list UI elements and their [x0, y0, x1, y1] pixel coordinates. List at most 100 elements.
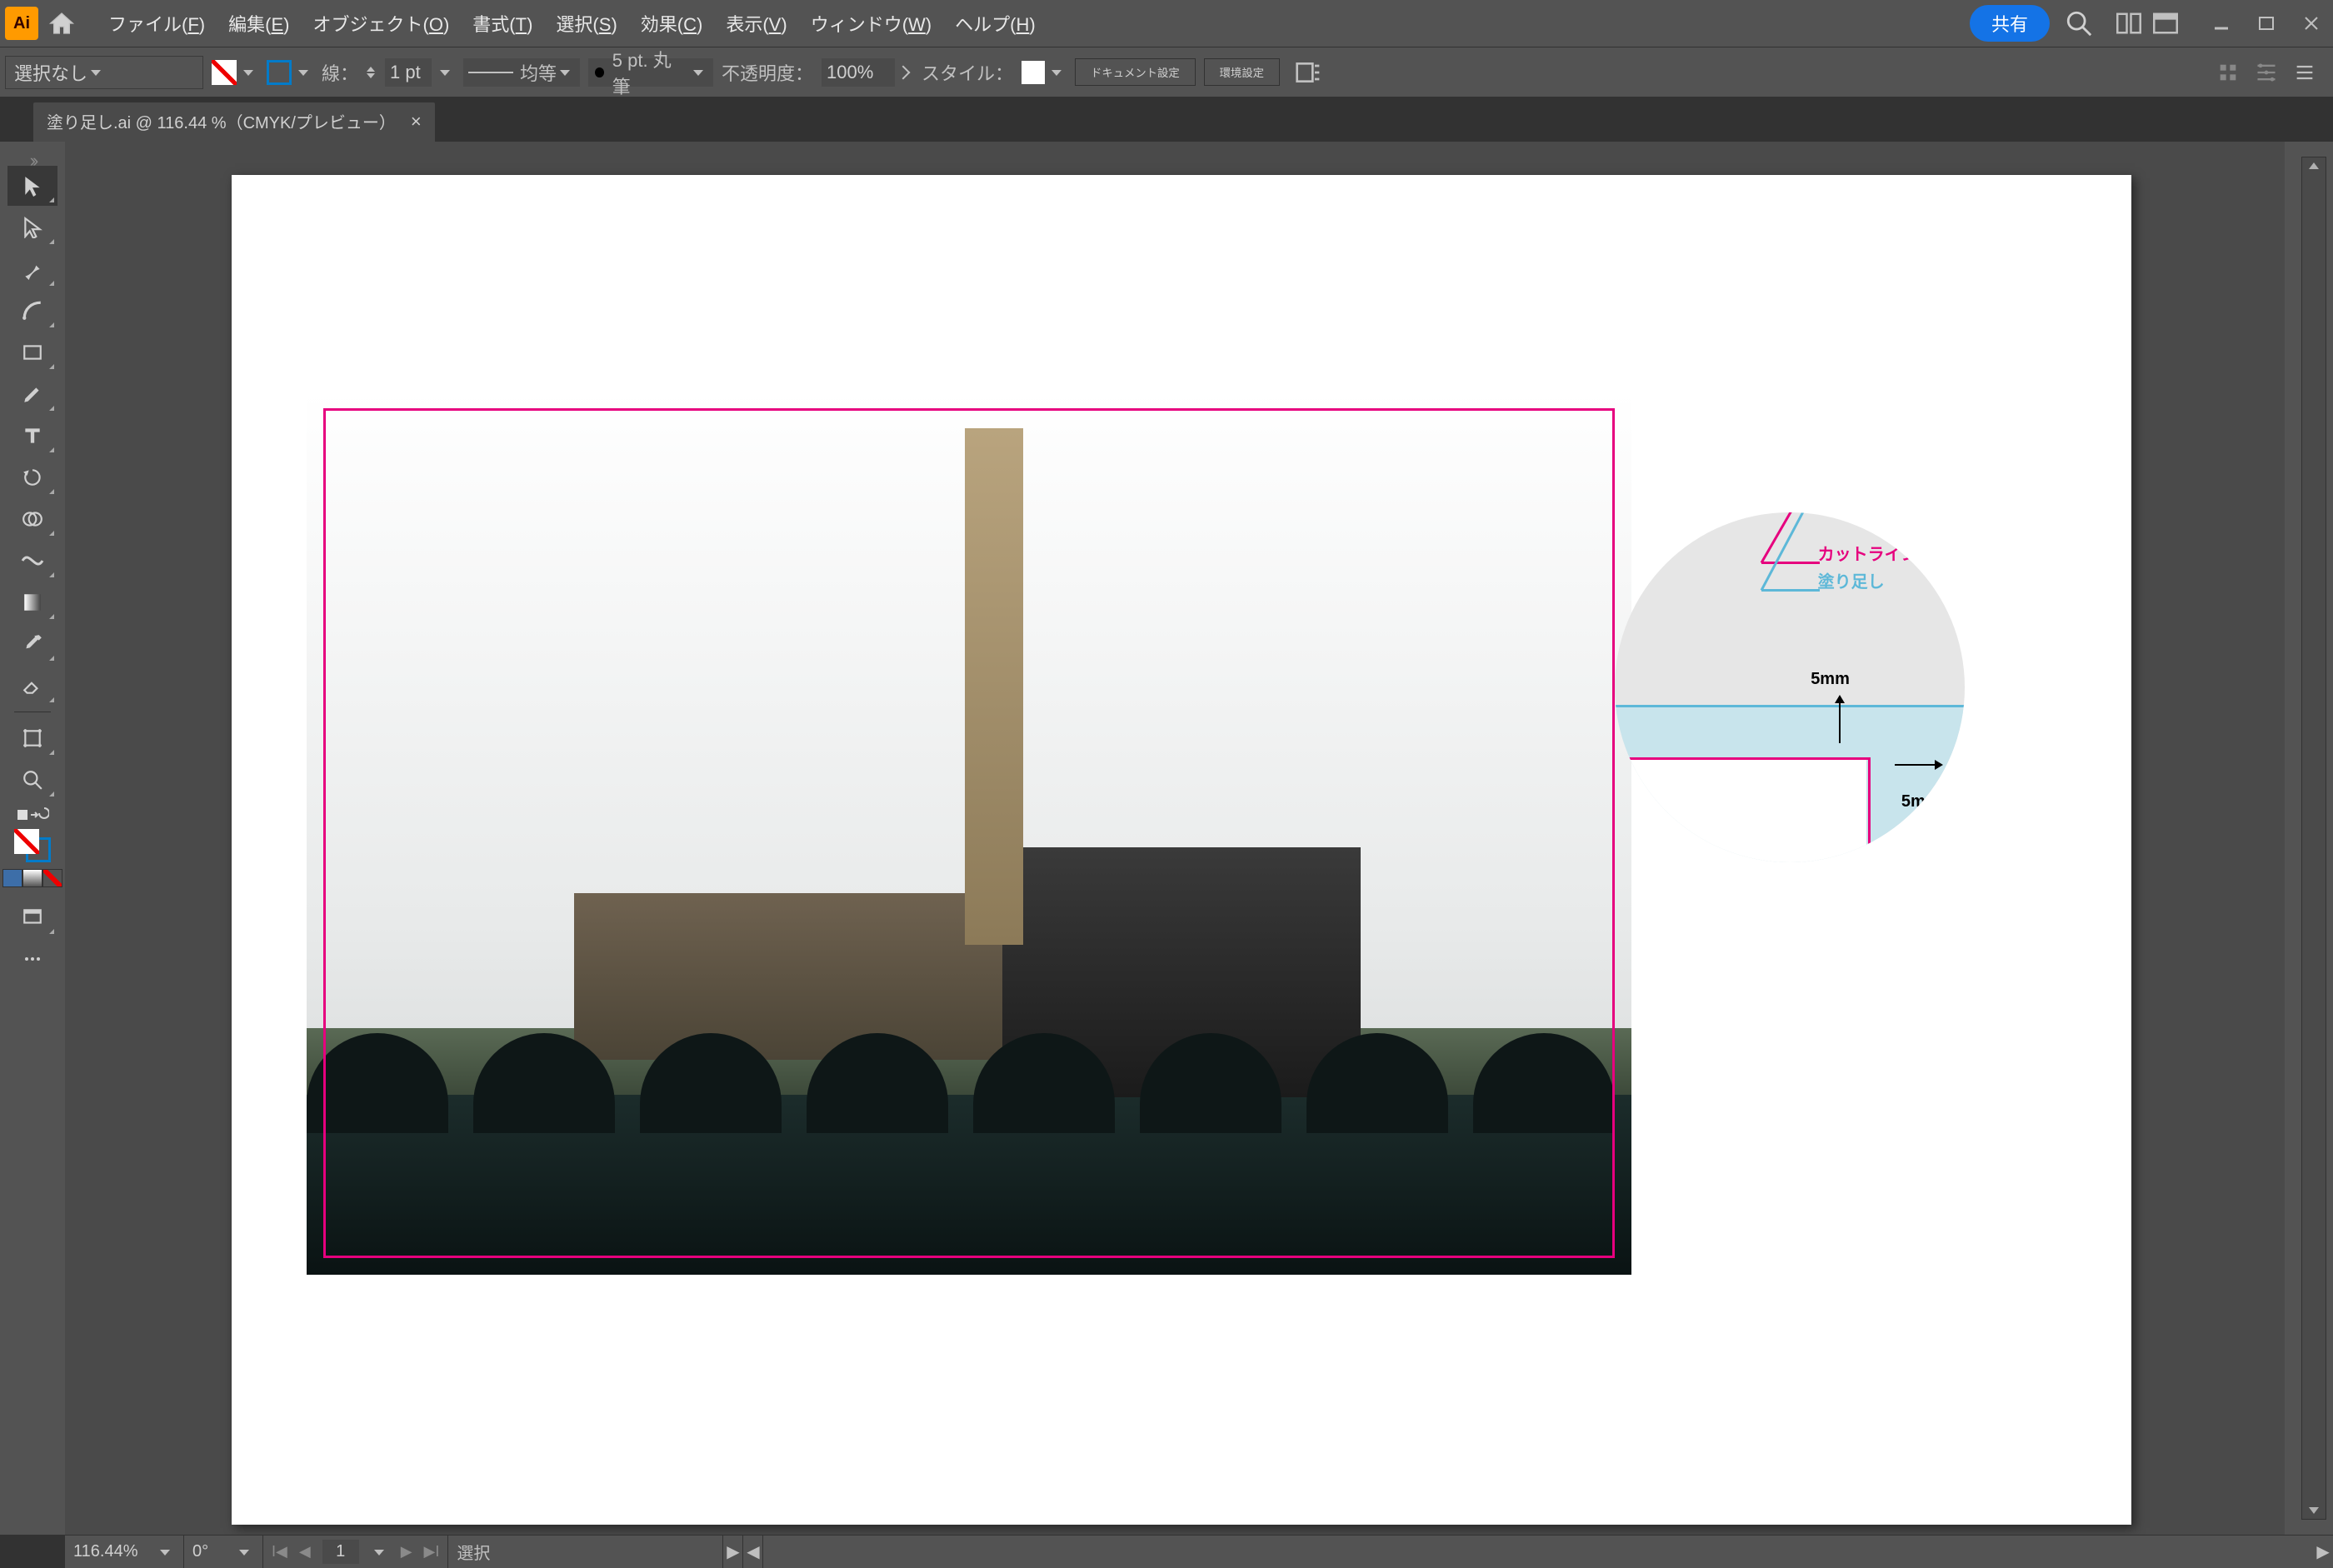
arrange-documents-icon[interactable] [2116, 12, 2141, 34]
diagram-dim-right: 5mm [1901, 792, 1941, 811]
options-bar: 選択なし 線： 均等 5 pt. 丸筆 不透明度： スタイル： ドキュメント設定… [0, 47, 2333, 97]
artboard-tool[interactable] [7, 718, 57, 758]
diagram-cutline-label: カットライン [1818, 541, 1918, 565]
chevron-down-icon[interactable] [160, 1545, 175, 1560]
rotate-tool[interactable] [7, 457, 57, 497]
width-tool[interactable] [7, 541, 57, 581]
share-button[interactable]: 共有 [1970, 5, 2050, 42]
chevron-right-icon[interactable] [898, 65, 913, 80]
screen-mode-tool[interactable] [7, 897, 57, 937]
fill-swatch[interactable] [212, 60, 237, 85]
document-setup-button[interactable]: ドキュメント設定 [1075, 58, 1196, 86]
align-panel-icon[interactable] [2255, 61, 2278, 84]
graphic-style-swatch[interactable] [1022, 61, 1045, 84]
zoom-tool[interactable] [7, 760, 57, 800]
rectangle-tool[interactable] [7, 332, 57, 372]
artboard-navigator: I◀ ◀ ▶ ▶I [263, 1536, 448, 1568]
maximize-icon[interactable] [2256, 13, 2276, 33]
draw-inside-icon[interactable] [42, 869, 62, 887]
chevron-down-icon[interactable] [440, 65, 455, 80]
chevron-down-icon [91, 65, 106, 80]
menu-file[interactable]: ファイル(F) [100, 5, 213, 42]
tools-panel [0, 142, 65, 1535]
direct-selection-tool[interactable] [7, 207, 57, 247]
status-mode-label: 選択 [457, 1540, 490, 1564]
menu-effect[interactable]: 効果(C) [632, 5, 712, 42]
workspace-switcher-icon[interactable] [2153, 12, 2178, 34]
gradient-tool[interactable] [7, 582, 57, 622]
status-play-icon[interactable]: ▶ [723, 1536, 743, 1568]
brush-select[interactable]: 5 pt. 丸筆 [588, 58, 713, 87]
menu-help[interactable]: ヘルプ(H) [947, 5, 1044, 42]
close-tab-icon[interactable]: × [411, 111, 422, 132]
close-icon[interactable] [2301, 13, 2321, 33]
draw-behind-icon[interactable] [22, 869, 42, 887]
chevron-down-icon[interactable] [298, 65, 313, 80]
menu-view[interactable]: 表示(V) [717, 5, 795, 42]
shape-builder-tool[interactable] [7, 499, 57, 539]
menu-items: ファイル(F) 編集(E) オブジェクト(O) 書式(T) 選択(S) 効果(C… [100, 5, 1044, 42]
document-tabs: 塗り足し.ai @ 116.44 %（CMYK/プレビュー） × [0, 97, 2333, 142]
stroke-weight-input[interactable] [385, 58, 432, 87]
zoom-readout[interactable] [65, 1536, 184, 1568]
menu-object[interactable]: オブジェクト(O) [304, 5, 457, 42]
opacity-label: 不透明度： [722, 59, 813, 86]
transform-panel-icon[interactable] [2216, 61, 2240, 84]
search-icon[interactable] [2065, 9, 2093, 37]
home-icon[interactable] [48, 10, 75, 37]
menu-type[interactable]: 書式(T) [464, 5, 541, 42]
chevron-down-icon[interactable] [239, 1545, 254, 1560]
swap-fill-stroke[interactable] [7, 801, 57, 826]
edit-toolbar-button[interactable] [7, 939, 57, 979]
chevron-down-icon [560, 65, 575, 80]
opacity-input[interactable] [822, 58, 895, 87]
fill-stroke-indicator[interactable] [12, 827, 52, 864]
eyedropper-tool[interactable] [7, 624, 57, 664]
selection-info-label: 選択なし [14, 59, 87, 86]
status-mode[interactable]: 選択 [448, 1536, 723, 1568]
vertical-scrollbar[interactable] [2301, 157, 2326, 1520]
nav-next-icon[interactable]: ▶ [401, 1543, 412, 1561]
pen-tool[interactable] [7, 249, 57, 289]
artboard: カットライン 塗り足し 5mm 5mm [232, 175, 2131, 1525]
chevron-down-icon[interactable] [374, 1545, 389, 1560]
curvature-tool[interactable] [7, 291, 57, 331]
draw-normal-icon[interactable] [2, 869, 22, 887]
eraser-tool[interactable] [7, 666, 57, 706]
properties-panel-icon[interactable] [2293, 61, 2316, 84]
window-controls [2211, 13, 2321, 33]
chevron-down-icon[interactable] [243, 65, 258, 80]
panel-grip-icon[interactable] [0, 150, 65, 165]
menu-edit[interactable]: 編集(E) [220, 5, 297, 42]
stroke-profile-select[interactable]: 均等 [463, 58, 580, 87]
chevron-down-icon [693, 65, 707, 80]
selection-tool[interactable] [7, 166, 57, 206]
app-logo: Ai [5, 7, 38, 40]
rotation-readout[interactable] [184, 1536, 263, 1568]
style-label: スタイル： [922, 59, 1013, 86]
chevron-down-icon[interactable] [1052, 65, 1067, 80]
nav-first-icon[interactable]: I◀ [272, 1543, 287, 1561]
paintbrush-tool[interactable] [7, 374, 57, 414]
document-tab[interactable]: 塗り足し.ai @ 116.44 %（CMYK/プレビュー） × [33, 102, 435, 142]
horizontal-scroll-left-icon[interactable]: ◀ [743, 1536, 763, 1568]
horizontal-scroll-right-icon[interactable]: ▶ [2313, 1536, 2333, 1568]
preferences-button[interactable]: 環境設定 [1204, 58, 1280, 86]
brush-dot-icon [595, 67, 604, 77]
zoom-input[interactable] [73, 1542, 157, 1561]
stroke-weight-stepper[interactable] [367, 58, 455, 87]
type-tool[interactable] [7, 416, 57, 456]
align-to-icon[interactable] [1295, 61, 1321, 84]
nav-last-icon[interactable]: ▶I [424, 1543, 440, 1561]
stroke-swatch[interactable] [267, 60, 292, 85]
canvas[interactable]: カットライン 塗り足し 5mm 5mm [65, 142, 2285, 1535]
minimize-icon[interactable] [2211, 13, 2231, 33]
nav-prev-icon[interactable]: ◀ [299, 1543, 311, 1561]
horizontal-scrollbar[interactable] [763, 1536, 2313, 1568]
artboard-number-input[interactable] [322, 1540, 359, 1564]
menu-select[interactable]: 選択(S) [547, 5, 625, 42]
rotation-input[interactable] [192, 1542, 236, 1561]
selection-info[interactable]: 選択なし [5, 56, 203, 89]
bleed-diagram: カットライン 塗り足し 5mm 5mm [1615, 512, 1965, 862]
menu-window[interactable]: ウィンドウ(W) [802, 5, 940, 42]
